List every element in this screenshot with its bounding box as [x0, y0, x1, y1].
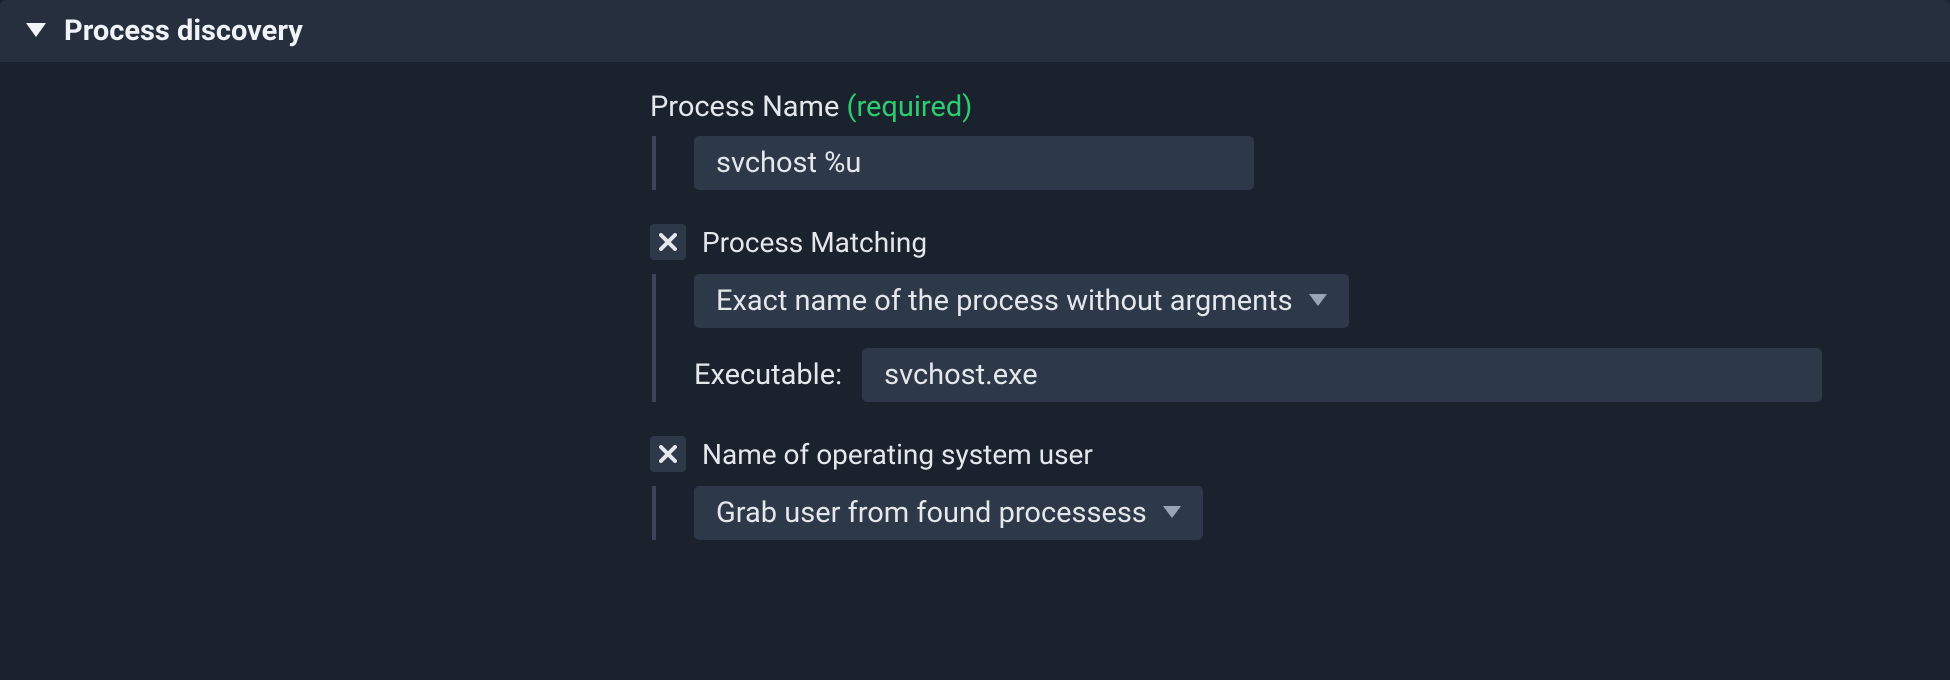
executable-row: Executable:: [694, 348, 1950, 402]
os-user-block: Grab user from found processess: [652, 486, 1950, 540]
process-name-block: [652, 136, 1950, 190]
panel-header[interactable]: Process discovery: [0, 0, 1950, 62]
os-user-selected: Grab user from found processess: [716, 496, 1147, 530]
close-icon: [659, 445, 677, 463]
process-name-label: Process Name (required): [650, 90, 1950, 124]
collapse-down-icon: [26, 23, 46, 39]
process-matching-select[interactable]: Exact name of the process without argmen…: [694, 274, 1349, 328]
os-user-select[interactable]: Grab user from found processess: [694, 486, 1203, 540]
executable-input[interactable]: [862, 348, 1822, 402]
os-user-label: Name of operating system user: [702, 438, 1093, 471]
executable-label: Executable:: [694, 358, 842, 392]
panel-title: Process discovery: [64, 14, 303, 48]
process-matching-selected: Exact name of the process without argmen…: [716, 284, 1293, 318]
process-matching-label: Process Matching: [702, 226, 927, 259]
chevron-down-icon: [1163, 506, 1181, 520]
process-name-label-text: Process Name: [650, 90, 839, 124]
chevron-down-icon: [1309, 294, 1327, 308]
process-discovery-panel: Process discovery Process Name (required…: [0, 0, 1950, 680]
required-indicator: (required): [847, 90, 973, 124]
process-matching-block: Exact name of the process without argmen…: [652, 274, 1950, 402]
remove-process-matching-button[interactable]: [650, 224, 686, 260]
remove-os-user-button[interactable]: [650, 436, 686, 472]
process-matching-header: Process Matching: [650, 224, 1950, 260]
close-icon: [659, 233, 677, 251]
panel-body: Process Name (required) Process Matching…: [0, 62, 1950, 564]
process-name-input[interactable]: [694, 136, 1254, 190]
os-user-header: Name of operating system user: [650, 436, 1950, 472]
